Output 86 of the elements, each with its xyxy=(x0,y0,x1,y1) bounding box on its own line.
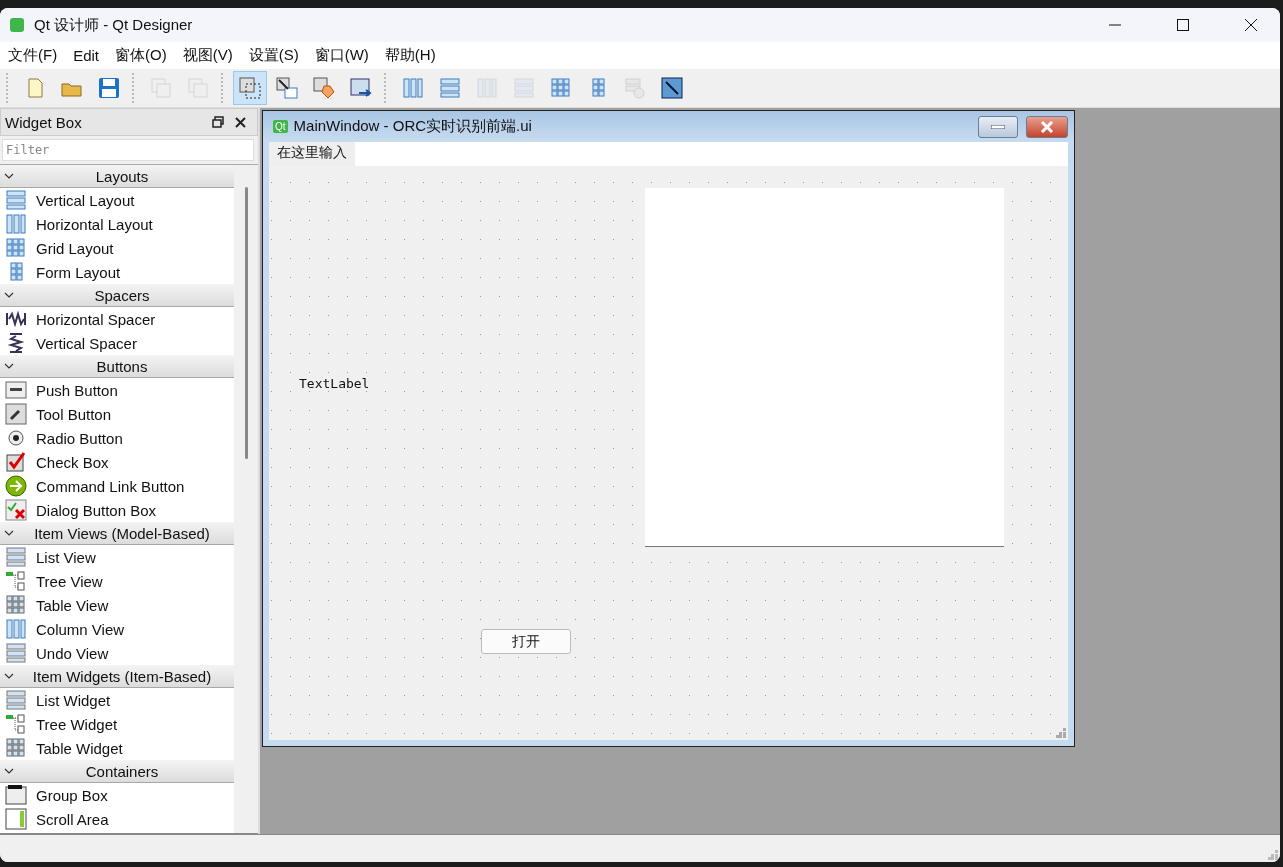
break-layout-icon xyxy=(623,76,647,100)
columns-icon xyxy=(4,617,28,641)
grid-icon xyxy=(4,236,28,260)
category-header[interactable]: Layouts xyxy=(0,165,234,188)
category-header[interactable]: Containers xyxy=(0,760,234,783)
chevron-icon xyxy=(4,768,14,774)
widget-item[interactable]: Table Widget xyxy=(36,739,123,757)
widget-item[interactable]: Form Layout xyxy=(36,263,121,281)
category-header[interactable]: Item Views (Model-Based) xyxy=(0,522,234,545)
chevron-icon xyxy=(4,530,14,536)
menu-item[interactable]: 帮助(H) xyxy=(376,46,444,65)
close-icon xyxy=(1245,19,1257,31)
list-icon xyxy=(4,688,28,712)
chevron-icon xyxy=(4,363,14,369)
tree-icon xyxy=(4,712,28,736)
float-icon xyxy=(212,116,224,128)
grid-icon xyxy=(549,76,573,100)
category-header[interactable]: Item Widgets (Item-Based) xyxy=(0,665,234,688)
text-label: TextLabel xyxy=(299,376,370,391)
menu-item[interactable]: 视图(V) xyxy=(174,46,241,65)
arrow-circle-icon xyxy=(4,474,28,498)
widget-item[interactable]: List Widget xyxy=(36,691,111,709)
resize-icon xyxy=(660,76,684,100)
menu-item[interactable]: 窗口(W) xyxy=(306,46,377,65)
close-icon xyxy=(234,116,246,128)
widget-item[interactable]: Radio Button xyxy=(36,429,123,447)
widget-item[interactable]: Tree Widget xyxy=(36,715,118,733)
app-badge: Qt xyxy=(273,120,288,133)
checkbox-icon xyxy=(4,450,28,474)
widget-item[interactable]: Tool Button xyxy=(36,405,112,423)
widget-item[interactable]: Group Box xyxy=(36,786,108,804)
form-title: MainWindow - ORC实时识别前端.ui xyxy=(293,117,533,136)
list-icon xyxy=(4,641,28,665)
widget-item[interactable]: Tree View xyxy=(36,572,103,590)
panel-title: Widget Box xyxy=(5,113,83,131)
list-icon xyxy=(4,545,28,569)
menu-item[interactable]: 文件(F) xyxy=(0,46,66,65)
menu-item[interactable]: 在这里输入 xyxy=(269,142,355,166)
category-header[interactable]: Spacers xyxy=(0,284,234,307)
widget-item[interactable]: Table View xyxy=(36,596,109,614)
split-horizontal-icon xyxy=(475,76,499,100)
minimize-button[interactable] xyxy=(978,115,1018,138)
rows-icon xyxy=(438,76,462,100)
widget-item[interactable]: List View xyxy=(36,548,96,566)
widget-item[interactable]: Grid Layout xyxy=(36,239,114,257)
group-box-icon xyxy=(4,783,28,807)
tree-icon xyxy=(4,569,28,593)
rows-icon xyxy=(4,188,28,212)
minimize-icon xyxy=(991,124,1005,129)
widget-item[interactable]: Push Button xyxy=(36,381,118,399)
widget-item[interactable]: Horizontal Layout xyxy=(36,215,153,233)
columns-icon xyxy=(4,212,28,236)
resize-grip-icon xyxy=(1268,850,1278,860)
widget-item[interactable]: Column View xyxy=(36,620,125,638)
menu-item[interactable]: 窗体(O) xyxy=(107,46,175,65)
maximize-icon xyxy=(1177,19,1189,31)
split-vertical-icon xyxy=(512,76,536,100)
close-icon xyxy=(1040,120,1054,133)
widget-item[interactable]: Vertical Spacer xyxy=(36,334,137,352)
scrollbar[interactable] xyxy=(234,165,258,833)
menu-item[interactable]: Edit xyxy=(65,47,107,64)
resize-grip-icon xyxy=(1056,728,1066,738)
widget-item[interactable]: Horizontal Spacer xyxy=(36,310,156,328)
arrow-widget-icon xyxy=(275,76,299,100)
widget-item[interactable]: Command Link Button xyxy=(36,477,185,495)
widget-item[interactable]: Vertical Layout xyxy=(36,191,135,209)
chevron-icon xyxy=(4,673,14,679)
columns-icon xyxy=(401,76,425,100)
window-title: Qt 设计师 - Qt Designer xyxy=(34,15,194,35)
chevron-icon xyxy=(4,173,14,179)
check-cross-icon xyxy=(4,498,28,522)
tag-icon xyxy=(312,76,336,100)
category-header[interactable]: Buttons xyxy=(0,355,234,378)
minimize-icon xyxy=(1109,24,1121,26)
widget-item[interactable]: Check Box xyxy=(36,453,109,471)
filter-field[interactable]: Filter xyxy=(2,139,254,161)
widget-item[interactable]: Dialog Button Box xyxy=(36,501,157,519)
widget-item[interactable]: Undo View xyxy=(36,644,109,662)
table-icon xyxy=(4,736,28,760)
menu-item[interactable]: 设置(S) xyxy=(240,46,307,65)
select-widget-icon xyxy=(238,76,262,100)
widget-item[interactable]: Scroll Area xyxy=(36,810,109,828)
push-button[interactable]: 打开 xyxy=(481,629,571,654)
app-icon xyxy=(10,18,24,32)
chevron-icon xyxy=(4,292,14,298)
table-icon xyxy=(4,593,28,617)
